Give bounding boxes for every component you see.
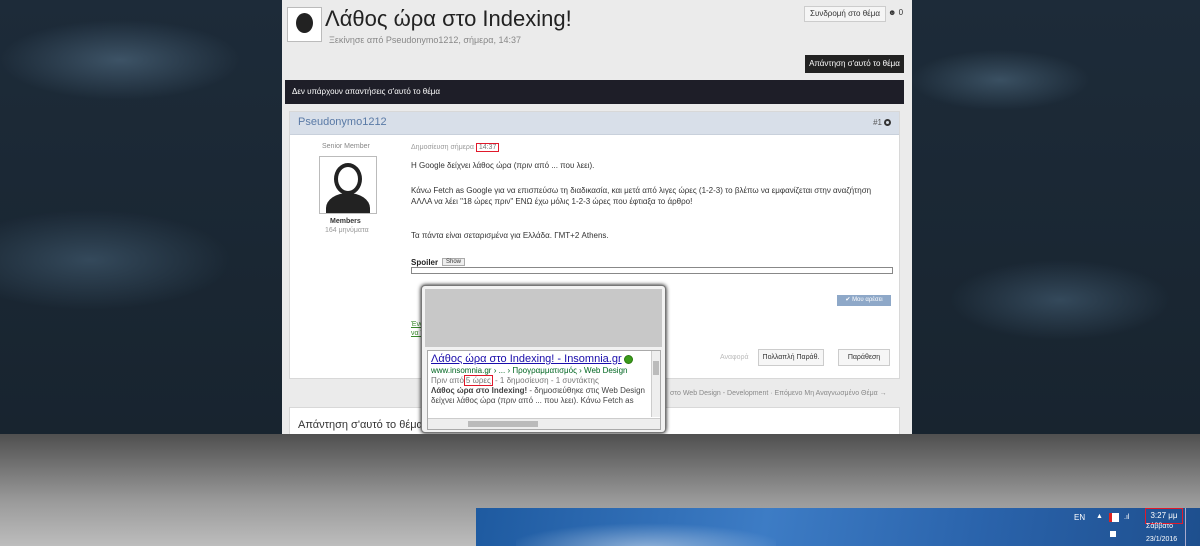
status-dot-icon (623, 354, 633, 364)
member-post-count: 164 μηνύματα (325, 227, 369, 234)
page-title: Λάθος ώρα στο Indexing! (325, 6, 572, 31)
volume-icon[interactable] (1110, 531, 1116, 537)
share-icon[interactable] (884, 119, 891, 127)
check-icon: ✔ (845, 297, 851, 303)
search-result-meta: Πριν από 5 ώρες - 1 δημοσίευση - 1 συντάκ… (431, 375, 599, 386)
post-paragraph-1: Η Google δείχνει λάθος ώρα (πριν από ...… (411, 161, 595, 170)
post-number[interactable]: #1 (873, 118, 891, 127)
spoiler-show-button[interactable]: Show (442, 258, 466, 266)
no-replies-bar: Δεν υπάρχουν απαντήσεις σ'αυτό το θέμα (285, 80, 904, 104)
vertical-scrollbar[interactable] (651, 351, 660, 417)
post-paragraph-3: Τα πάντα είναι σεταρισμένα για Ελλάδα. Γ… (411, 231, 609, 240)
quote-button[interactable]: Παράθεση (838, 349, 890, 366)
report-link[interactable]: Αναφορά (720, 354, 749, 361)
action-center-flag-icon[interactable] (1109, 513, 1119, 522)
like-button[interactable]: ✔ Μου αρέσει (837, 295, 891, 306)
member-group: Members (330, 218, 361, 225)
member-rank: Senior Member (322, 143, 370, 150)
followers-icon: ☻ (888, 8, 897, 17)
network-signal-icon[interactable]: .ıl (1124, 514, 1129, 521)
spoiler-box (411, 267, 893, 274)
post-timestamp: Δημοσίευση σήμερα 14:37 (411, 143, 500, 152)
language-indicator[interactable]: EN (1074, 513, 1085, 522)
show-desktop-button[interactable] (1185, 508, 1200, 546)
post-author-avatar[interactable] (319, 156, 377, 214)
search-result-popup: Λάθος ώρα στο Indexing! - Insomnia.gr ww… (421, 285, 666, 433)
taskbar: EN ▲ .ıl 3:27 μμ Σάββατο 23/1/2016 (476, 508, 1200, 546)
reply-topic-button[interactable]: Απάντηση σ'αυτό το θέμα (805, 55, 904, 73)
post-header: Pseudonymo1212 #1 (290, 112, 899, 135)
time-ago-highlight: 5 ώρες (463, 375, 493, 386)
topic-author-avatar[interactable] (287, 7, 322, 42)
post-time-highlight: 14:37 (475, 143, 500, 152)
clock-day[interactable]: Σάββατο (1146, 523, 1173, 530)
clock-time[interactable]: 3:27 μμ (1145, 508, 1183, 524)
search-result-url[interactable]: www.insomnia.gr › ... › Προγραμματισμός … (431, 366, 627, 375)
reply-box-title: Απάντηση σ'αυτό το θέμα (298, 419, 423, 431)
search-result-title[interactable]: Λάθος ώρα στο Indexing! - Insomnia.gr (431, 353, 633, 365)
popup-blurred-area (425, 289, 662, 347)
post-paragraph-2: Κάνω Fetch as Google για να επισπεύσω τη… (411, 186, 872, 206)
follow-topic-button[interactable]: Συνδρομή στο θέμα (804, 6, 886, 22)
search-result-snippet-text: Λάθος ώρα στο Indexing! - δημοσιεύθηκε σ… (431, 386, 645, 405)
search-result-snippet: Λάθος ώρα στο Indexing! - Insomnia.gr ww… (427, 350, 661, 430)
clock-date[interactable]: 23/1/2016 (1146, 536, 1177, 543)
multiquote-button[interactable]: Πολλαπλή Παράθ. (758, 349, 824, 366)
horizontal-scrollbar[interactable] (428, 418, 660, 429)
spoiler-label: Spoiler (411, 258, 439, 267)
post-author-link[interactable]: Pseudonymo1212 (298, 116, 387, 128)
topic-started-by: Ξεκίνησε από Pseudonymo1212, σήμερα, 14:… (329, 35, 522, 45)
tray-expand-icon[interactable]: ▲ (1096, 513, 1103, 520)
next-unread-topic-link[interactable]: στο Web Design - Development · Επόμενο Μ… (670, 390, 887, 397)
follow-count: ☻ 0 (888, 8, 904, 17)
